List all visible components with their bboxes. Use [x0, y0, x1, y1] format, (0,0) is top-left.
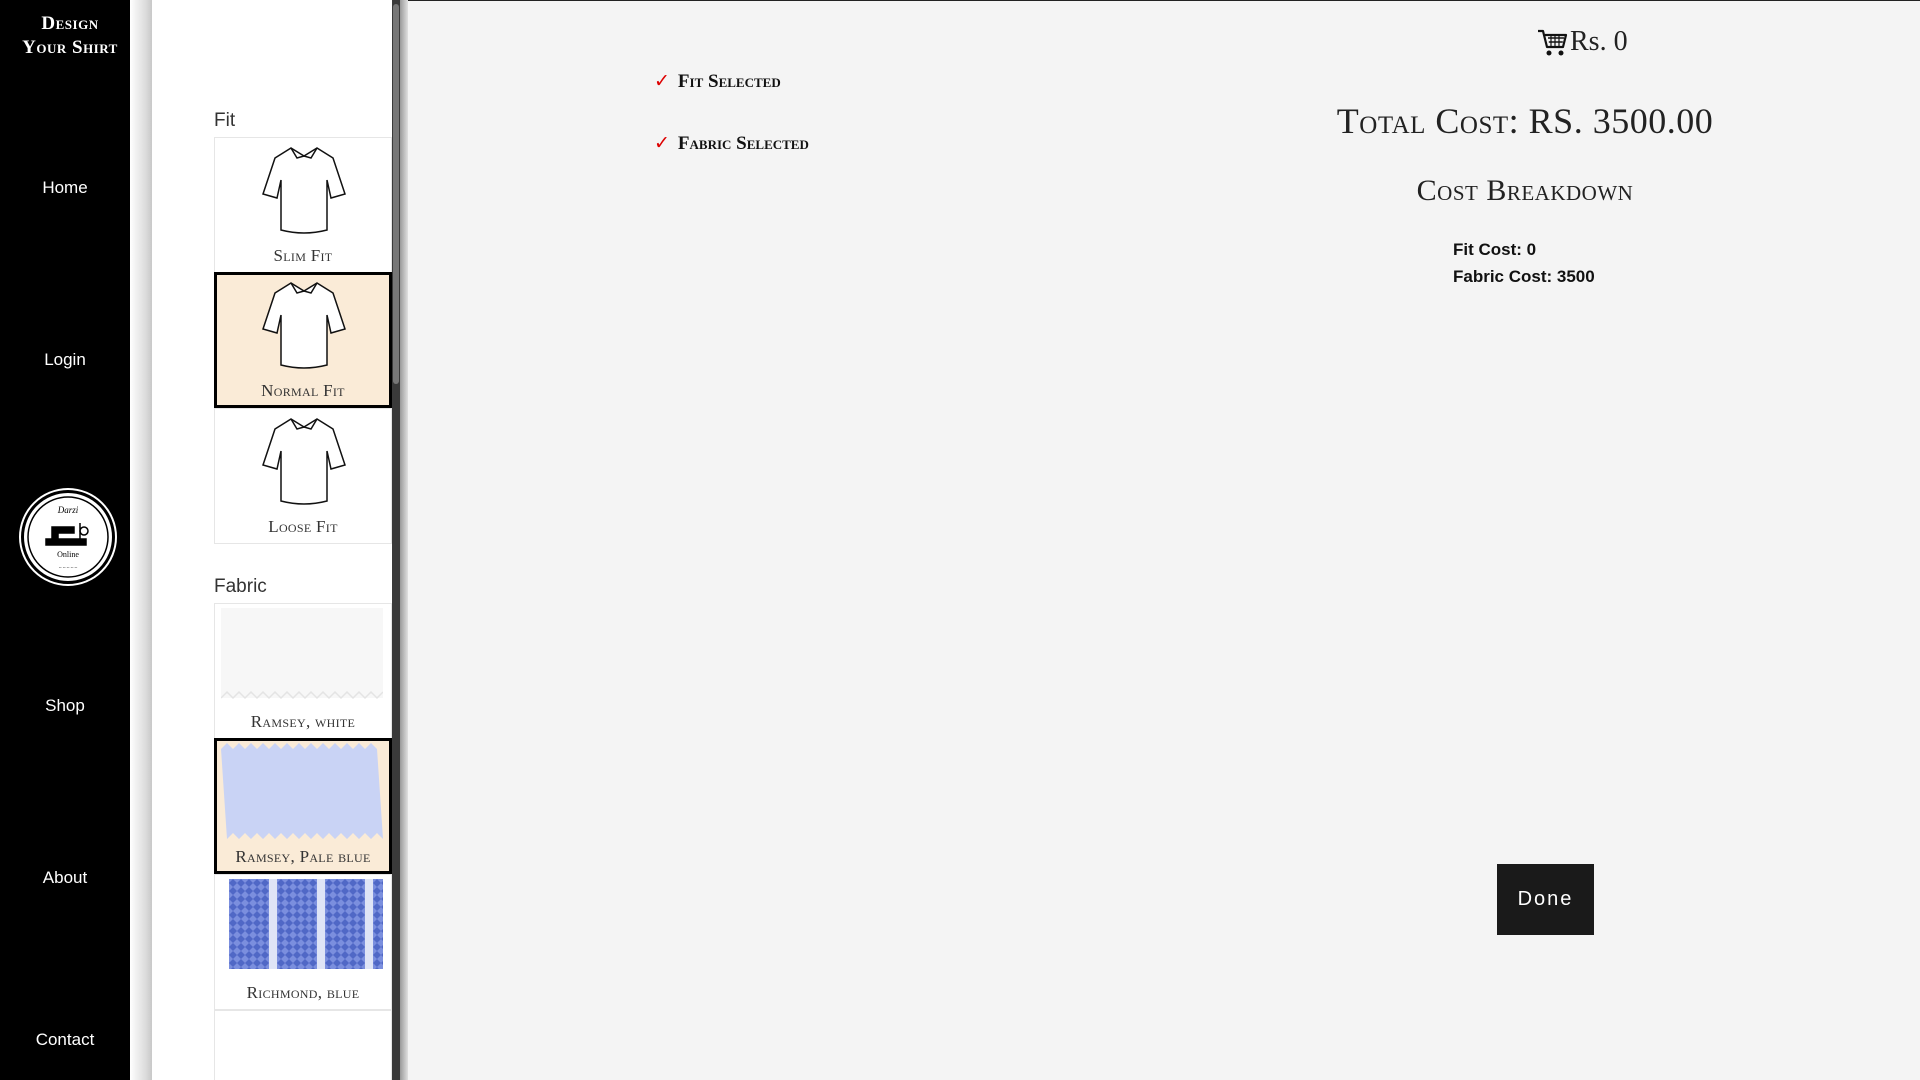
fit-option-label: Normal Fit: [261, 381, 345, 400]
fabric-selected-text: Fabric Selected: [677, 133, 809, 154]
brand-line-2: Your Shirt: [22, 37, 118, 58]
brand-title[interactable]: Design Your Shirt: [0, 12, 140, 60]
nav-item-about[interactable]: About: [0, 868, 130, 888]
fit-option-label: Loose Fit: [268, 517, 338, 536]
fit-option-loose[interactable]: Loose Fit: [214, 408, 392, 544]
svg-text:Darzi: Darzi: [57, 505, 79, 515]
svg-text:Online: Online: [57, 550, 79, 559]
cart-button[interactable]: Rs. 0: [1536, 26, 1628, 58]
fabric-section-label: Fabric: [214, 576, 267, 597]
fabric-swatch-pale-blue: [221, 743, 383, 839]
cost-breakdown-title: Cost Breakdown: [1416, 174, 1634, 207]
checkmark-icon: ✓: [654, 133, 670, 154]
fabric-selected-status: ✓ Fabric Selected: [654, 132, 809, 155]
fabric-option-next[interactable]: [214, 1010, 392, 1080]
fabric-swatch-richmond-blue: [229, 879, 383, 969]
nav-item-login[interactable]: Login: [0, 350, 130, 370]
shirt-icon: [262, 147, 346, 234]
darzi-online-logo-icon[interactable]: Darzi Online ~ ~ ~ ~ ~: [21, 490, 115, 584]
total-cost: Total Cost: RS. 3500.00: [1336, 101, 1714, 141]
fabric-option-label: Ramsey, Pale blue: [235, 847, 371, 866]
nav-item-shop[interactable]: Shop: [0, 696, 130, 716]
shirt-icon: [262, 282, 346, 369]
fabric-option-ramsey-pale-blue[interactable]: Ramsey, Pale blue: [214, 738, 392, 874]
nav-item-home[interactable]: Home: [0, 178, 130, 198]
panel-shadow-right: [400, 0, 408, 1080]
fabric-option-label: Ramsey, white: [250, 712, 356, 731]
fabric-swatch-white: [221, 608, 383, 700]
svg-text:~ ~ ~ ~ ~: ~ ~ ~ ~ ~: [59, 566, 78, 571]
fit-cost: Fit Cost: 0: [1453, 240, 1537, 259]
fabric-option-label: Richmond, blue: [246, 983, 360, 1002]
panel-scrollbar-thumb[interactable]: [393, 4, 399, 384]
fit-section-label: Fit: [214, 110, 236, 131]
cart-icon: [1538, 29, 1568, 56]
fabric-option-ramsey-white[interactable]: Ramsey, white: [214, 603, 392, 739]
shirt-icon: [262, 418, 346, 505]
fabric-option-richmond-blue[interactable]: Richmond, blue: [214, 874, 392, 1010]
fit-selected-text: Fit Selected: [677, 71, 781, 92]
fit-option-slim[interactable]: Slim Fit: [214, 137, 392, 273]
checkmark-icon: ✓: [654, 71, 670, 92]
fit-option-normal[interactable]: Normal Fit: [214, 272, 392, 408]
panel-shadow-left: [130, 0, 152, 1080]
cart-amount: Rs. 0: [1570, 26, 1628, 57]
fit-option-label: Slim Fit: [273, 246, 333, 265]
top-border: [408, 0, 1920, 1]
done-button[interactable]: Done: [1497, 864, 1594, 935]
nav-item-contact[interactable]: Contact: [0, 1030, 130, 1050]
fabric-cost: Fabric Cost: 3500: [1453, 267, 1595, 286]
sidebar-nav: Design Your Shirt Home Login Darzi Onlin…: [0, 0, 130, 1080]
brand-line-1: Design: [41, 13, 99, 34]
fit-selected-status: ✓ Fit Selected: [654, 70, 781, 93]
